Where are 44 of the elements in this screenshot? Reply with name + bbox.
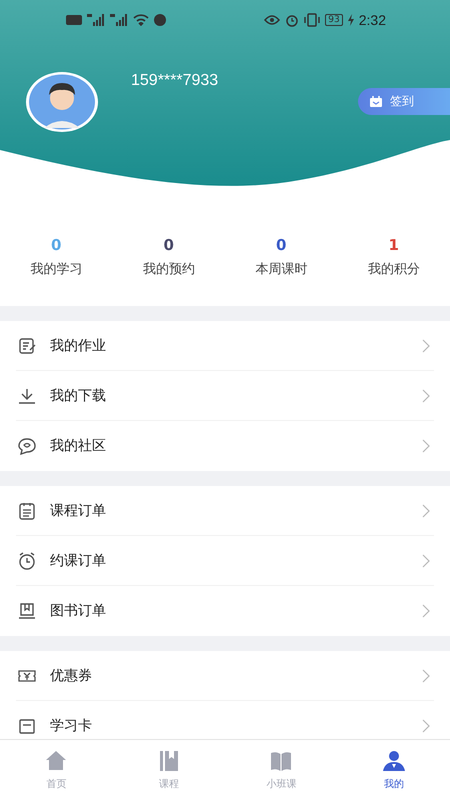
- download-icon: [18, 386, 36, 404]
- menu-item[interactable]: 优惠券: [16, 651, 434, 701]
- menu-item[interactable]: 约课订单: [16, 536, 434, 586]
- menu-item[interactable]: 图书订单: [16, 586, 434, 636]
- phone-number: 159****7933: [131, 72, 220, 90]
- signal-icon: [110, 14, 128, 26]
- edit-note-icon: [18, 336, 36, 354]
- menu-item[interactable]: 我的下载: [16, 371, 434, 421]
- notification-icon: [154, 14, 166, 26]
- clock-time: 2:32: [358, 12, 386, 28]
- calendar-icon: [370, 96, 382, 107]
- user-icon: [382, 749, 406, 773]
- menu-item[interactable]: 学习卡: [16, 701, 434, 739]
- card-icon: [18, 717, 36, 735]
- menu-item[interactable]: 我的社区: [16, 421, 434, 471]
- alarm-icon: [285, 13, 300, 27]
- chevron-right-icon: [422, 668, 430, 682]
- chevron-right-icon: [422, 439, 430, 453]
- chevron-right-icon: [422, 719, 430, 733]
- chevron-right-icon: [422, 504, 430, 518]
- book-icon: [18, 602, 36, 620]
- alarm-clock-icon: [18, 552, 36, 570]
- signal-icon: [87, 14, 105, 26]
- stat-item[interactable]: 0 我的学习: [0, 236, 112, 278]
- battery-level: 93: [325, 14, 343, 26]
- clipboard-icon: [18, 502, 36, 520]
- chevron-right-icon: [422, 388, 430, 402]
- menu-item[interactable]: 课程订单: [16, 486, 434, 536]
- chevron-right-icon: [422, 338, 430, 352]
- wifi-icon: [133, 14, 149, 26]
- tab-item[interactable]: 我的: [338, 740, 450, 800]
- chevron-right-icon: [422, 604, 430, 618]
- vibrate-icon: [304, 13, 320, 27]
- stat-item[interactable]: 0 我的预约: [112, 236, 225, 278]
- chevron-right-icon: [422, 554, 430, 568]
- stat-item[interactable]: 0 本周课时: [225, 236, 338, 278]
- eye-icon: [264, 14, 280, 26]
- open-book-icon: [269, 749, 294, 773]
- stat-item[interactable]: 1 我的积分: [338, 236, 450, 278]
- house-icon: [44, 749, 68, 773]
- chat-bubble-icon: [18, 437, 36, 455]
- menu-item[interactable]: 我的作业: [16, 321, 434, 371]
- charging-icon: [348, 14, 354, 26]
- network-type-icon: [66, 15, 82, 25]
